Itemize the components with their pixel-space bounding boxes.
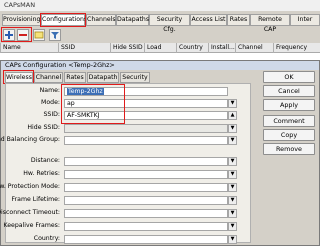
- hw-protection-field[interactable]: [64, 183, 228, 192]
- hw-protection-label: Hw. Protection Mode:: [0, 183, 60, 190]
- load-balancing-field[interactable]: [64, 136, 228, 145]
- distance-label: Distance:: [30, 157, 60, 164]
- name-label: Name:: [39, 87, 60, 94]
- country-field[interactable]: [64, 235, 228, 244]
- remove-dialog-button[interactable]: Remove: [263, 143, 315, 155]
- disconnect-timeout-dropdown-icon[interactable]: ▼: [228, 209, 237, 218]
- hw-retries-label: Hw. Retries:: [23, 170, 60, 177]
- ssid-field[interactable]: AF-SMKTKJ: [64, 111, 228, 120]
- tab-channels[interactable]: Channels: [86, 14, 116, 26]
- tab-rates-inner[interactable]: Rates: [64, 72, 86, 83]
- tab-security[interactable]: Security: [120, 72, 150, 83]
- col-ssid[interactable]: SSID: [58, 43, 110, 53]
- copy-button[interactable]: Copy: [263, 129, 315, 141]
- country-dropdown-icon[interactable]: ▼: [228, 235, 237, 244]
- mode-value: ap: [67, 100, 75, 107]
- add-button[interactable]: [3, 29, 15, 41]
- hide-ssid-label: Hide SSID:: [27, 124, 60, 131]
- hide-ssid-dropdown-icon[interactable]: ▼: [228, 124, 237, 133]
- tab-provisioning[interactable]: Provisioning: [2, 14, 41, 26]
- load-balancing-dropdown-icon[interactable]: ▼: [228, 136, 237, 145]
- col-name[interactable]: Name: [0, 43, 58, 53]
- frame-lifetime-label: Frame Lifetime:: [11, 196, 60, 203]
- inner-tab-bar: Wireless Channel Rates Datapath Security: [5, 71, 251, 83]
- table-body[interactable]: [0, 53, 320, 60]
- mode-label: Mode:: [41, 99, 60, 106]
- tab-channel[interactable]: Channel: [34, 72, 63, 83]
- filter-button[interactable]: [49, 29, 61, 41]
- tab-access-list[interactable]: Access List: [190, 14, 227, 26]
- ok-button[interactable]: OK: [263, 71, 315, 83]
- keepalive-dropdown-icon[interactable]: ▼: [228, 222, 237, 231]
- wireless-form: Name: Temp-2Ghz Mode: ap ▼ SSID: AF-SMKT…: [0, 83, 251, 244]
- distance-dropdown-icon[interactable]: ▼: [228, 157, 237, 166]
- mode-dropdown-icon[interactable]: ▼: [228, 99, 237, 108]
- tab-datapaths[interactable]: Datapaths: [116, 14, 149, 26]
- load-balancing-label: Load Balancing Group:: [0, 136, 60, 143]
- tab-rates[interactable]: Rates: [227, 14, 250, 26]
- window-title: CAPsMAN: [0, 0, 320, 11]
- remove-button[interactable]: [17, 29, 29, 41]
- hide-ssid-field[interactable]: [64, 124, 228, 133]
- tab-interfaces[interactable]: Inter: [290, 14, 320, 26]
- col-load-bal[interactable]: Load Bal...: [144, 43, 176, 61]
- dialog-title: CAPs Configuration <Temp-2Ghz>: [1, 61, 319, 70]
- name-value: Temp-2Ghz: [67, 88, 104, 95]
- col-install[interactable]: Install...: [208, 43, 235, 53]
- disconnect-timeout-label: Disconnect Timeout:: [0, 209, 60, 216]
- ssid-dropdown-icon[interactable]: ▲: [228, 111, 237, 120]
- tab-datapath[interactable]: Datapath: [87, 72, 119, 83]
- outer-tab-bar: Provisioning Configurations Channels Dat…: [0, 12, 320, 33]
- table-header: Name SSID Hide SSID Load Bal... Country …: [0, 43, 320, 61]
- keepalive-field[interactable]: [64, 222, 228, 231]
- col-country[interactable]: Country: [176, 43, 208, 53]
- ssid-value: AF-SMKTKJ: [67, 112, 100, 119]
- frame-lifetime-dropdown-icon[interactable]: ▼: [228, 196, 237, 205]
- country-label: Country:: [33, 235, 60, 242]
- name-field[interactable]: Temp-2Ghz: [64, 87, 228, 96]
- keepalive-label: Keepalive Frames:: [3, 222, 60, 229]
- disconnect-timeout-field[interactable]: [64, 209, 228, 218]
- mode-select[interactable]: ap: [64, 99, 228, 108]
- tab-configurations[interactable]: Configurations: [41, 14, 87, 26]
- note-icon: [34, 31, 44, 39]
- plus-icon: [5, 31, 13, 39]
- caps-configuration-dialog: CAPs Configuration <Temp-2Ghz> Wireless …: [0, 60, 320, 246]
- frame-lifetime-field[interactable]: [64, 196, 228, 205]
- hw-retries-dropdown-icon[interactable]: ▼: [228, 170, 237, 179]
- tab-security-cfg[interactable]: Security Cfg.: [149, 14, 190, 33]
- col-hide-ssid[interactable]: Hide SSID: [110, 43, 144, 53]
- apply-button[interactable]: Apply: [263, 99, 315, 111]
- ssid-label: SSID:: [43, 111, 60, 118]
- tab-wireless[interactable]: Wireless: [5, 72, 33, 83]
- comment-button[interactable]: [33, 29, 45, 41]
- toolbar: [0, 27, 320, 43]
- col-frequency[interactable]: Frequency: [273, 43, 320, 53]
- minus-icon: [19, 34, 27, 36]
- tab-remote-cap[interactable]: Remote CAP: [250, 14, 290, 33]
- hw-protection-dropdown-icon[interactable]: ▼: [228, 183, 237, 192]
- hw-retries-field[interactable]: [64, 170, 228, 179]
- col-channel[interactable]: Channel: [235, 43, 273, 53]
- cancel-button[interactable]: Cancel: [263, 85, 315, 97]
- distance-field[interactable]: [64, 157, 228, 166]
- filter-icon: [51, 32, 59, 39]
- comment-dialog-button[interactable]: Comment: [263, 115, 315, 127]
